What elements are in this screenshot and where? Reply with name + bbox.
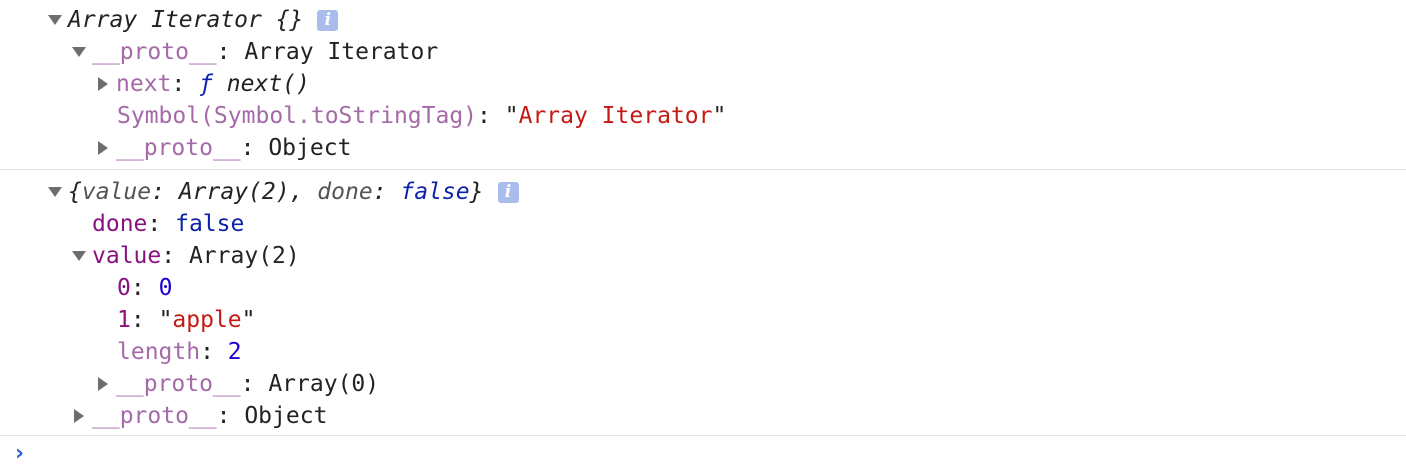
tree-row-index-0[interactable]: 0 : 0 — [117, 272, 172, 304]
console-panel: Array Iterator {} i __proto__ : Array It… — [0, 0, 1406, 470]
tree-row-next[interactable]: next : ƒ next() — [98, 68, 310, 100]
number-value: 0 — [158, 275, 173, 301]
expand-triangle-icon[interactable] — [48, 187, 62, 197]
console-message-iterator-result: {value: Array(2), done: false} i done : … — [0, 170, 1406, 434]
property-separator: : — [240, 371, 269, 397]
expand-triangle-icon[interactable] — [72, 47, 86, 57]
property-key: next — [116, 71, 172, 97]
property-value: Array Iterator — [244, 39, 439, 65]
property-separator: : — [130, 307, 159, 333]
boolean-value: false — [175, 211, 245, 237]
info-icon[interactable]: i — [497, 181, 519, 203]
tree-row-proto[interactable]: __proto__ : Array Iterator — [72, 36, 438, 68]
expand-triangle-icon[interactable] — [72, 251, 86, 261]
property-key: __proto__ — [92, 39, 217, 65]
quote-open: " — [158, 307, 173, 333]
property-value: Array(0) — [268, 371, 380, 397]
tree-row-proto-object[interactable]: __proto__ : Object — [98, 132, 351, 164]
tree-row-array-proto[interactable]: __proto__ : Array(0) — [98, 368, 379, 400]
property-separator: : — [477, 103, 505, 129]
console-prompt[interactable]: › — [0, 437, 1406, 470]
property-separator: : — [200, 339, 228, 365]
property-value: Object — [244, 403, 328, 429]
property-value: Object — [268, 135, 352, 161]
property-key: __proto__ — [116, 135, 241, 161]
property-key: __proto__ — [116, 371, 241, 397]
preview-separator: : — [151, 179, 179, 205]
collapse-triangle-icon[interactable] — [98, 141, 108, 155]
property-value: Array(2) — [188, 243, 300, 269]
console-message-array-iterator: Array Iterator {} i __proto__ : Array It… — [0, 0, 1406, 169]
quote-close: " — [712, 103, 727, 129]
expand-triangle-icon[interactable] — [48, 15, 62, 25]
quote-open: " — [504, 103, 519, 129]
property-separator: : — [216, 403, 245, 429]
property-value: next() — [212, 71, 310, 97]
tree-row-object-proto[interactable]: __proto__ : Object — [74, 400, 327, 432]
prompt-chevron-icon: › — [15, 441, 25, 466]
tree-row-root[interactable]: {value: Array(2), done: false} i — [48, 176, 519, 208]
message-divider — [0, 435, 1406, 436]
tree-row-done[interactable]: done : false — [92, 208, 244, 240]
tree-row-value[interactable]: value : Array(2) — [72, 240, 300, 272]
property-separator: : — [216, 39, 245, 65]
preview-close-brace: } — [469, 179, 484, 205]
preview-open-brace: { — [68, 179, 82, 205]
property-key: Symbol(Symbol.toStringTag) — [117, 103, 478, 129]
preview-key: value — [81, 179, 152, 205]
preview-value: false — [400, 179, 470, 205]
info-icon[interactable]: i — [317, 9, 339, 31]
property-separator: : — [147, 211, 176, 237]
property-key: value — [92, 243, 162, 269]
preview-key: done — [317, 179, 373, 205]
property-key: done — [92, 211, 148, 237]
console-input[interactable] — [40, 441, 1394, 469]
property-separator: : — [161, 243, 189, 269]
preview-value: Array(2) — [178, 179, 290, 205]
quote-close: " — [241, 307, 256, 333]
tree-row-length[interactable]: length : 2 — [117, 336, 242, 368]
number-value: 2 — [227, 339, 242, 365]
function-keyword: ƒ — [199, 71, 213, 97]
tree-row-symbol[interactable]: Symbol(Symbol.toStringTag) : " Array Iter… — [117, 100, 726, 132]
tree-row-index-1[interactable]: 1 : " apple " — [117, 304, 256, 336]
preview-separator: : — [372, 179, 401, 205]
string-value: Array Iterator — [518, 103, 713, 129]
property-key: 1 — [117, 307, 131, 333]
property-key: 0 — [117, 275, 131, 301]
property-key: length — [117, 339, 201, 365]
property-separator: : — [130, 275, 159, 301]
preview-comma: , — [289, 179, 318, 205]
object-title: Array Iterator {} — [68, 7, 304, 33]
property-key: __proto__ — [92, 403, 217, 429]
collapse-triangle-icon[interactable] — [74, 409, 84, 423]
collapse-triangle-icon[interactable] — [98, 377, 108, 391]
collapse-triangle-icon[interactable] — [98, 77, 108, 91]
property-separator: : — [240, 135, 269, 161]
property-separator: : — [171, 71, 200, 97]
string-value: apple — [172, 307, 242, 333]
tree-row-root[interactable]: Array Iterator {} i — [48, 4, 339, 36]
